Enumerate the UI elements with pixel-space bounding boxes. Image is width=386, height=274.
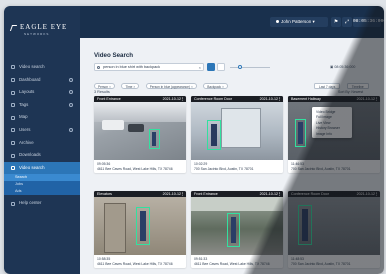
card-caption: 09:51:33 4611 Bee Caves Road, West Lake H…: [194, 257, 270, 266]
subnav-item-jobs[interactable]: Jobs: [4, 181, 80, 188]
sidebar-item-archive[interactable]: Archive: [4, 137, 80, 150]
gear-icon[interactable]: [69, 102, 73, 107]
detection-box[interactable]: [207, 120, 221, 150]
dashboard-icon: [11, 77, 15, 82]
result-card[interactable]: Conference Room Door 2021-10-12 ⋮ 10:02:29…: [191, 96, 283, 173]
results-count: 3 Results: [94, 90, 110, 94]
detection-box[interactable]: [295, 119, 306, 147]
sidebar-item-video-search[interactable]: Video search: [4, 61, 80, 74]
glass-door: [221, 108, 261, 148]
close-icon[interactable]: ×: [222, 85, 224, 89]
sky-region: [191, 197, 283, 211]
detection-box[interactable]: [149, 129, 160, 149]
detection-box[interactable]: [136, 207, 150, 245]
sidebar-item-help[interactable]: Help center: [4, 197, 80, 210]
result-card[interactable]: Elevators 2021-10-12 ⋮ 10:58:35 4611 Bee Ca…: [94, 191, 186, 268]
sidebar-item-map[interactable]: Map: [4, 111, 80, 124]
app-window: EAGLE EYE NETWORKS Video search Dashboar…: [4, 6, 384, 274]
brand-logo[interactable]: EAGLE EYE NETWORKS: [14, 24, 67, 38]
layout-icon: [11, 90, 15, 95]
sidebar-item-dashboard[interactable]: Dashboard: [4, 74, 80, 87]
download-icon: [11, 153, 15, 158]
close-icon[interactable]: ×: [109, 85, 111, 89]
card-caption: 11:46:53 700 San Jacinto Blvd, Austin, TX…: [291, 162, 351, 171]
gear-icon[interactable]: [69, 128, 73, 133]
page-title: Video Search: [94, 52, 134, 59]
sidebar: EAGLE EYE NETWORKS Video search Dashboar…: [4, 6, 80, 274]
card-caption: 09:05:36 4611 Bee Caves Road, West Lake H…: [97, 162, 173, 171]
filter-chips: Person× Time× Person in blue (appearance…: [94, 75, 230, 93]
user-menu-button[interactable]: John Patterson ▾: [270, 17, 328, 27]
top-bar: John Patterson ▾ ⚑ ⤢ 08:05:36:000: [80, 6, 384, 38]
person-icon: [276, 20, 279, 24]
bell-icon[interactable]: ⚑: [331, 17, 341, 27]
grid-view-button[interactable]: [207, 63, 215, 71]
list-view-button[interactable]: [217, 63, 225, 71]
camera-thumbnail[interactable]: [288, 197, 380, 255]
elevator-door: [104, 203, 126, 253]
zoom-slider[interactable]: [230, 66, 270, 68]
main-content: Video Search person in blue shirt with b…: [80, 38, 384, 274]
result-card[interactable]: Conference Room Door 2021-10-12 ⋮ 11:48:53…: [288, 191, 380, 268]
sidebar-nav: Video search Dashboard Layouts Tags Map …: [4, 61, 80, 210]
filter-chip[interactable]: Backpack×: [203, 83, 228, 89]
search-icon: [97, 65, 101, 70]
detection-box[interactable]: [298, 205, 312, 245]
users-icon: [11, 128, 15, 133]
card-context-menu: Video Bridge Full Image Live View Histor…: [312, 107, 352, 138]
search-icon: [11, 166, 15, 171]
sort-dropdown[interactable]: Sort By: Newest: [338, 90, 363, 94]
camera-thumbnail[interactable]: [191, 197, 283, 255]
card-caption: 10:58:35 4611 Bee Caves Road, West Lake H…: [97, 257, 173, 266]
map-icon: [11, 115, 15, 120]
brand-sub: NETWORKS: [24, 32, 50, 36]
sidebar-subnav: Search Jobs Ads: [4, 174, 80, 196]
parked-car: [102, 120, 124, 130]
filter-chip[interactable]: Person in blue (appearance)×: [145, 83, 197, 89]
sidebar-item-video-search-active[interactable]: Video search: [4, 161, 80, 175]
sidebar-item-tags[interactable]: Tags: [4, 99, 80, 112]
camera-thumbnail[interactable]: [94, 197, 186, 255]
subnav-item-search[interactable]: Search: [4, 174, 80, 182]
time-readout: ▣ 08:05:36:000: [330, 65, 356, 69]
result-card[interactable]: Front Entrance 2021-10-12 ⋮ 09:51:33 4611 B…: [191, 191, 283, 268]
sidebar-item-layouts[interactable]: Layouts: [4, 86, 80, 99]
sidebar-item-downloads[interactable]: Downloads: [4, 149, 80, 162]
close-icon[interactable]: ×: [133, 85, 135, 89]
detection-box[interactable]: [227, 213, 240, 247]
sidebar-item-users[interactable]: Users: [4, 124, 80, 137]
parked-car: [128, 124, 144, 132]
date-range-button[interactable]: Last 7 days: [314, 83, 341, 89]
card-caption: 11:48:53 700 San Jacinto Blvd, Austin, TX…: [291, 257, 351, 266]
tag-icon: [11, 103, 15, 108]
camera-thumbnail[interactable]: [191, 102, 283, 160]
help-icon: [11, 201, 15, 206]
gear-icon[interactable]: [69, 90, 73, 95]
timeline-button[interactable]: Timeline: [346, 83, 369, 89]
subnav-item-ads[interactable]: Ads: [4, 188, 80, 195]
filter-chip[interactable]: Time×: [121, 83, 140, 89]
card-caption: 10:02:29 700 San Jacinto Blvd, Austin, TX…: [194, 162, 254, 171]
clock-display: 08:05:36:000: [353, 17, 384, 27]
search-icon: [11, 65, 15, 70]
filter-chip[interactable]: Person×: [94, 83, 115, 89]
zoom-slider-handle[interactable]: [238, 64, 243, 70]
menu-item-image-info[interactable]: Image Info: [312, 131, 352, 136]
expand-icon[interactable]: ⤢: [342, 17, 352, 27]
chevron-down-icon: ▾: [312, 19, 315, 24]
camera-thumbnail[interactable]: [94, 102, 186, 160]
search-input[interactable]: person in blue shirt with backpack ×: [94, 63, 204, 71]
close-icon[interactable]: ×: [199, 64, 201, 71]
brand-name: EAGLE EYE: [20, 23, 68, 31]
archive-icon: [11, 140, 15, 145]
result-card[interactable]: Front Entrance 2021-10-12 ⋮ 09:05:36 4611 B…: [94, 96, 186, 173]
close-icon[interactable]: ×: [191, 85, 193, 89]
gear-icon[interactable]: [69, 77, 73, 82]
sky-region: [94, 102, 186, 122]
